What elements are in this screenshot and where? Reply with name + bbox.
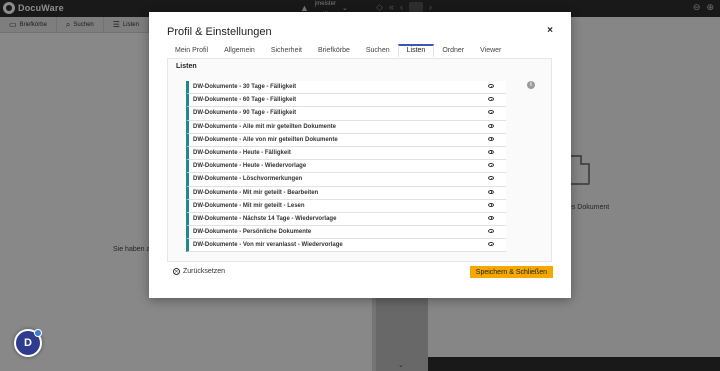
close-icon[interactable]: × bbox=[547, 25, 553, 36]
list-item-label: DW-Dokumente - Mit mir geteilt - Bearbei… bbox=[193, 189, 319, 196]
tab-listen[interactable]: Listen bbox=[397, 44, 435, 57]
tab-allgemein[interactable]: Allgemein bbox=[216, 44, 263, 57]
lists-list: DW-Dokumente - 30 Tage - Fälligkeit DW-D… bbox=[186, 81, 506, 253]
tab-suchen[interactable]: Suchen bbox=[358, 44, 398, 57]
list-item-label: DW-Dokumente - Heute - Fälligkeit bbox=[193, 150, 291, 157]
list-item-label: DW-Dokumente - Von mir veranlasst - Wied… bbox=[193, 242, 343, 249]
eye-icon[interactable] bbox=[488, 229, 494, 234]
info-icon[interactable]: i bbox=[527, 81, 535, 89]
eye-icon[interactable] bbox=[488, 149, 494, 154]
list-item[interactable]: DW-Dokumente - Heute - Fälligkeit bbox=[186, 146, 506, 161]
list-item[interactable]: DW-Dokumente - 60 Tage - Fälligkeit bbox=[186, 94, 506, 108]
list-item[interactable]: DW-Dokumente - Alle von mir geteilten Do… bbox=[186, 133, 506, 147]
eye-icon[interactable] bbox=[488, 176, 494, 181]
profile-settings-dialog: Profil & Einstellungen × Mein Profil All… bbox=[149, 12, 571, 298]
eye-icon[interactable] bbox=[488, 123, 494, 128]
eye-icon[interactable] bbox=[488, 136, 494, 141]
list-item-label: DW-Dokumente - Persönliche Dokumente bbox=[193, 229, 312, 236]
tab-sicherheit[interactable]: Sicherheit bbox=[263, 44, 310, 57]
list-item[interactable]: DW-Dokumente - 90 Tage - Fälligkeit bbox=[186, 107, 506, 121]
list-item-label: DW-Dokumente - Mit mir geteilt - Lesen bbox=[193, 202, 305, 209]
list-item[interactable]: DW-Dokumente - Alle mit mir geteilten Do… bbox=[186, 120, 506, 134]
eye-icon[interactable] bbox=[488, 97, 494, 102]
list-item-label: DW-Dokumente - 90 Tage - Fälligkeit bbox=[193, 110, 297, 117]
list-item[interactable]: DW-Dokumente - Löschvormerkungen bbox=[186, 173, 506, 187]
notification-dot bbox=[34, 329, 42, 337]
list-item-label: DW-Dokumente - 60 Tage - Fälligkeit bbox=[193, 97, 297, 104]
settings-tabs: Mein Profil Allgemein Sicherheit Briefkö… bbox=[167, 44, 509, 57]
reset-button[interactable]: ✕ Zurücksetzen bbox=[173, 268, 225, 275]
eye-icon[interactable] bbox=[488, 163, 494, 168]
eye-icon[interactable] bbox=[488, 215, 494, 220]
list-item-label: DW-Dokumente - Heute - Wiedervorlage bbox=[193, 163, 307, 170]
list-item-label: DW-Dokumente - Alle von mir geteilten Do… bbox=[193, 136, 338, 143]
save-and-close-button[interactable]: Speichern & Schließen bbox=[469, 266, 553, 278]
reset-icon: ✕ bbox=[173, 268, 180, 275]
list-item[interactable]: DW-Dokumente - Mit mir geteilt - Bearbei… bbox=[186, 186, 506, 200]
list-item-label: DW-Dokumente - 30 Tage - Fälligkeit bbox=[193, 84, 297, 91]
section-title: Listen bbox=[176, 63, 197, 70]
reset-label: Zurücksetzen bbox=[183, 268, 226, 275]
eye-icon[interactable] bbox=[488, 84, 494, 88]
eye-icon[interactable] bbox=[488, 242, 494, 247]
list-item-label: DW-Dokumente - Löschvormerkungen bbox=[193, 176, 303, 183]
eye-icon[interactable] bbox=[488, 189, 494, 194]
list-item[interactable]: DW-Dokumente - Nächste 14 Tage - Wiederv… bbox=[186, 212, 506, 227]
tab-ordner[interactable]: Ordner bbox=[434, 44, 472, 57]
assistant-icon: D bbox=[24, 337, 32, 349]
list-item[interactable]: DW-Dokumente - Persönliche Dokumente bbox=[186, 226, 506, 240]
eye-icon[interactable] bbox=[488, 202, 494, 207]
docuware-assistant-button[interactable]: D bbox=[14, 329, 42, 357]
list-item[interactable]: DW-Dokumente - Mit mir geteilt - Lesen bbox=[186, 199, 506, 213]
eye-icon[interactable] bbox=[488, 110, 494, 115]
tab-briefkoerbe[interactable]: Briefkörbe bbox=[310, 44, 358, 57]
list-item[interactable]: DW-Dokumente - Heute - Wiedervorlage bbox=[186, 160, 506, 174]
tab-viewer[interactable]: Viewer bbox=[472, 44, 509, 57]
list-item[interactable]: DW-Dokumente - Von mir veranlasst - Wied… bbox=[186, 239, 506, 253]
list-item-label: DW-Dokumente - Nächste 14 Tage - Wiederv… bbox=[193, 215, 337, 222]
list-item-label: DW-Dokumente - Alle mit mir geteilten Do… bbox=[193, 123, 337, 130]
tab-mein-profil[interactable]: Mein Profil bbox=[167, 44, 216, 57]
dialog-title: Profil & Einstellungen bbox=[167, 26, 272, 38]
listen-panel: Listen i DW-Dokumente - 30 Tage - Fällig… bbox=[167, 58, 552, 262]
list-item[interactable]: DW-Dokumente - 30 Tage - Fälligkeit bbox=[186, 81, 506, 95]
